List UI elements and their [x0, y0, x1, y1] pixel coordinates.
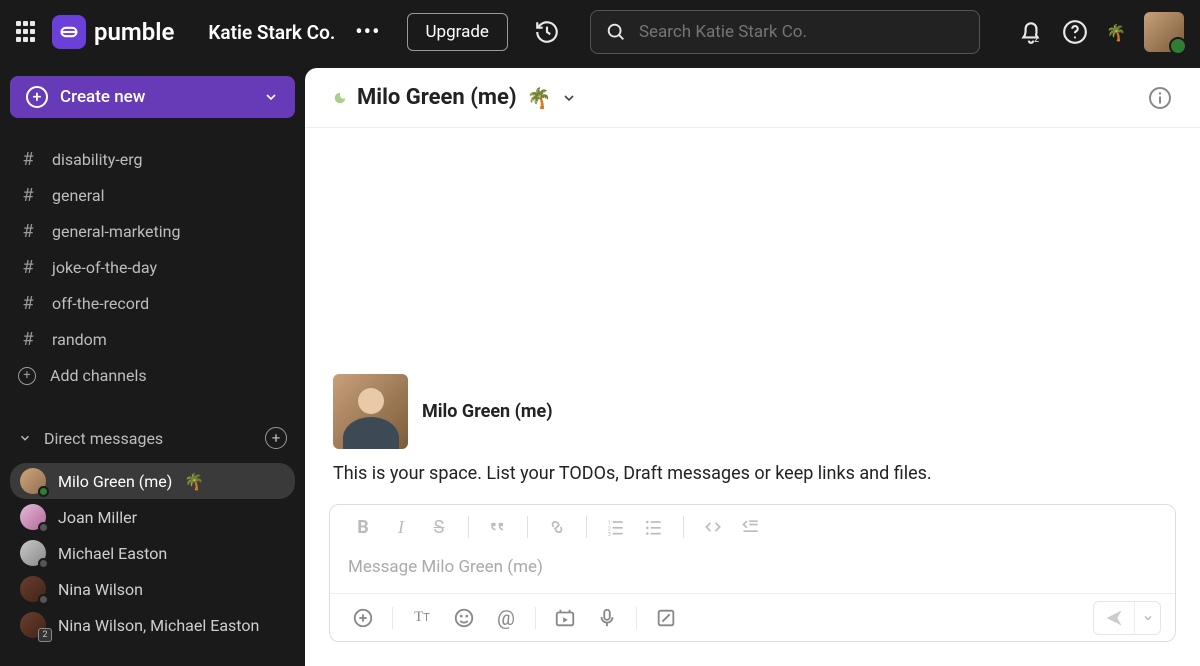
- message-composer: B I S 123 TT @: [329, 504, 1176, 642]
- channel-label: random: [52, 330, 107, 349]
- search-box[interactable]: [590, 10, 980, 54]
- message-area: Milo Green (me) This is your space. List…: [305, 128, 1200, 504]
- bold-button[interactable]: B: [346, 512, 380, 542]
- dm-section-header[interactable]: Direct messages +: [10, 421, 295, 455]
- chevron-down-icon: [263, 89, 279, 105]
- channel-item[interactable]: # general: [10, 178, 295, 213]
- channel-item[interactable]: # general-marketing: [10, 214, 295, 249]
- quote-button[interactable]: [481, 512, 515, 542]
- dm-avatar: 2: [20, 612, 46, 638]
- bullet-list-button[interactable]: [637, 512, 671, 542]
- channel-item[interactable]: # off-the-record: [10, 286, 295, 321]
- dm-label: Joan Miller: [58, 508, 137, 527]
- dm-label: Milo Green (me): [58, 472, 172, 491]
- channel-item[interactable]: # random: [10, 322, 295, 357]
- chevron-down-icon[interactable]: [561, 90, 577, 106]
- dm-label: Nina Wilson: [58, 580, 143, 599]
- message-author-avatar[interactable]: [333, 374, 408, 449]
- strikethrough-button[interactable]: S: [422, 512, 456, 542]
- app-logo-icon[interactable]: [52, 15, 86, 49]
- search-icon: [605, 21, 627, 43]
- channel-item[interactable]: # disability-erg: [10, 142, 295, 177]
- conversation-title[interactable]: Milo Green (me): [357, 85, 517, 110]
- dm-avatar: [20, 576, 46, 602]
- svg-text:3: 3: [608, 532, 611, 537]
- dm-label: Nina Wilson, Michael Easton: [58, 616, 259, 635]
- message-author-name: Milo Green (me): [422, 401, 553, 422]
- channel-label: general: [52, 186, 105, 205]
- plus-icon: +: [26, 86, 48, 108]
- hash-icon: #: [18, 329, 38, 350]
- hash-icon: #: [18, 257, 38, 278]
- palm-tree-icon: 🌴: [184, 472, 204, 491]
- hash-icon: #: [18, 149, 38, 170]
- dm-avatar: [20, 504, 46, 530]
- info-icon[interactable]: [1148, 86, 1172, 110]
- plus-icon: +: [18, 367, 36, 385]
- send-button[interactable]: [1094, 602, 1134, 634]
- user-avatar[interactable]: [1144, 12, 1184, 52]
- video-button[interactable]: [546, 601, 584, 635]
- composer-input[interactable]: [348, 557, 1157, 577]
- dm-item[interactable]: Joan Miller: [10, 499, 295, 535]
- send-options-button[interactable]: [1134, 602, 1160, 634]
- upgrade-button[interactable]: Upgrade: [407, 13, 508, 51]
- presence-icon: [333, 91, 347, 105]
- shortcut-button[interactable]: [647, 601, 685, 635]
- mention-button[interactable]: @: [487, 601, 525, 635]
- app-logo-text: pumble: [94, 18, 174, 46]
- dm-item-group[interactable]: 2 Nina Wilson, Michael Easton: [10, 607, 295, 643]
- channel-label: general-marketing: [52, 222, 180, 241]
- format-toggle-button[interactable]: TT: [403, 601, 441, 635]
- notifications-icon[interactable]: z: [1018, 19, 1044, 45]
- history-icon[interactable]: [534, 19, 560, 45]
- add-dm-button[interactable]: +: [265, 427, 287, 449]
- link-button[interactable]: [540, 512, 574, 542]
- apps-grid-icon[interactable]: [16, 21, 38, 43]
- hash-icon: #: [18, 221, 38, 242]
- channel-label: off-the-record: [52, 294, 149, 313]
- workspace-more-icon[interactable]: •••: [355, 20, 380, 45]
- code-button[interactable]: [696, 512, 730, 542]
- emoji-button[interactable]: [445, 601, 483, 635]
- create-new-button[interactable]: + Create new: [10, 76, 295, 118]
- format-toolbar: B I S 123: [330, 505, 1175, 549]
- hash-icon: #: [18, 185, 38, 206]
- channel-item[interactable]: # joke-of-the-day: [10, 250, 295, 285]
- italic-button[interactable]: I: [384, 512, 418, 542]
- palm-tree-icon: 🌴: [527, 86, 552, 110]
- add-channels-button[interactable]: + Add channels: [10, 358, 295, 393]
- dm-item[interactable]: Michael Easton: [10, 535, 295, 571]
- channel-label: disability-erg: [52, 150, 143, 169]
- add-channels-label: Add channels: [50, 366, 147, 385]
- workspace-name[interactable]: Katie Stark Co.: [208, 21, 335, 44]
- conversation-pane: Milo Green (me) 🌴 Milo Green (me) This i…: [305, 68, 1200, 666]
- search-input[interactable]: [639, 22, 965, 42]
- svg-text:z: z: [1034, 34, 1039, 45]
- attach-button[interactable]: [344, 601, 382, 635]
- sidebar: + Create new # disability-erg # general # g…: [0, 64, 305, 666]
- top-bar: pumble Katie Stark Co. ••• Upgrade z 🌴: [0, 0, 1200, 64]
- conversation-header: Milo Green (me) 🌴: [305, 68, 1200, 128]
- codeblock-button[interactable]: [734, 512, 768, 542]
- dm-avatar: [20, 540, 46, 566]
- message-body: This is your space. List your TODOs, Dra…: [333, 463, 1172, 484]
- ordered-list-button[interactable]: 123: [599, 512, 633, 542]
- channel-label: joke-of-the-day: [52, 258, 157, 277]
- hash-icon: #: [18, 293, 38, 314]
- dm-section-label: Direct messages: [44, 429, 163, 448]
- create-new-label: Create new: [60, 87, 145, 107]
- status-emoji-icon[interactable]: 🌴: [1106, 23, 1126, 42]
- dm-avatar: [20, 468, 46, 494]
- dm-item[interactable]: Nina Wilson: [10, 571, 295, 607]
- help-icon[interactable]: [1062, 19, 1088, 45]
- composer-action-bar: TT @: [330, 593, 1175, 641]
- dm-item-self[interactable]: Milo Green (me) 🌴: [10, 463, 295, 499]
- chevron-down-icon: [18, 431, 32, 445]
- dm-label: Michael Easton: [58, 544, 167, 563]
- audio-button[interactable]: [588, 601, 626, 635]
